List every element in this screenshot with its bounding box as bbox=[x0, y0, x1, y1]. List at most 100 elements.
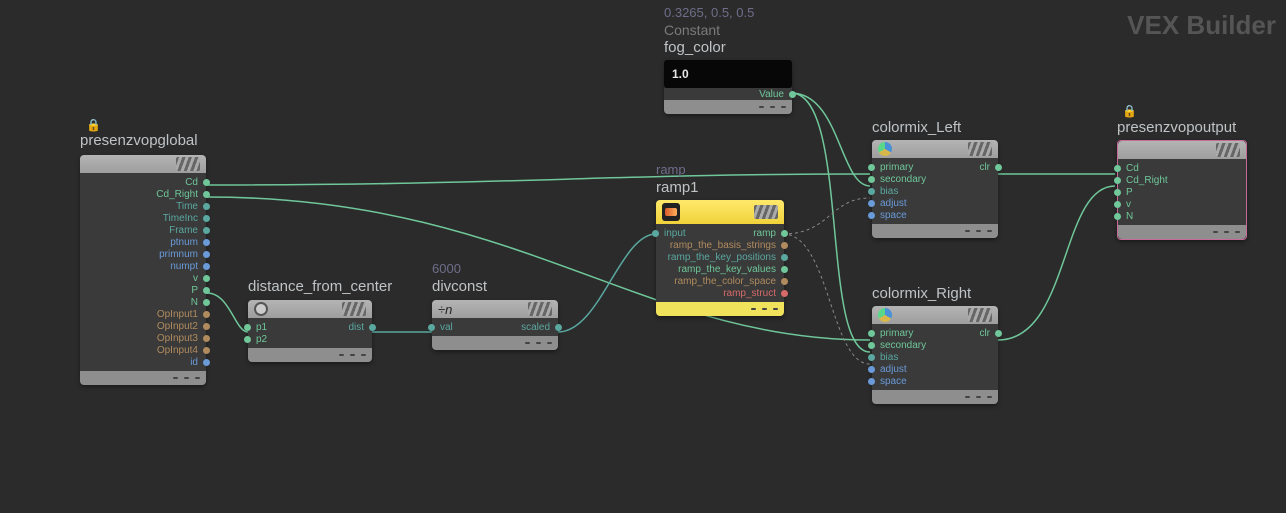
distance-name: distance_from_center bbox=[248, 278, 392, 295]
port-scaled[interactable]: scaled bbox=[432, 321, 558, 333]
port-dot[interactable] bbox=[555, 324, 562, 331]
port-ramp_the_color_space[interactable]: ramp_the_color_space bbox=[656, 275, 784, 287]
port-frame[interactable]: Frame bbox=[80, 224, 206, 236]
port-ptnum[interactable]: ptnum bbox=[80, 236, 206, 248]
port-cd_right[interactable]: Cd_Right bbox=[1118, 174, 1246, 186]
port-timeinc[interactable]: TimeInc bbox=[80, 212, 206, 224]
port-dot[interactable] bbox=[203, 251, 210, 258]
port-dot[interactable] bbox=[203, 347, 210, 354]
port-dot[interactable] bbox=[203, 203, 210, 210]
port-dot[interactable] bbox=[1114, 165, 1121, 172]
port-adjust[interactable]: adjust bbox=[872, 197, 998, 209]
port-dot[interactable] bbox=[203, 239, 210, 246]
port-dot[interactable] bbox=[203, 179, 210, 186]
port-n[interactable]: N bbox=[1118, 210, 1246, 222]
port-cd_right[interactable]: Cd_Right bbox=[80, 188, 206, 200]
port-time[interactable]: Time bbox=[80, 200, 206, 212]
port-label: Cd_Right bbox=[156, 189, 198, 200]
port-dot[interactable] bbox=[203, 299, 210, 306]
port-opinput3[interactable]: OpInput3 bbox=[80, 332, 206, 344]
port-ramp_struct[interactable]: ramp_struct bbox=[656, 287, 784, 299]
port-dot[interactable] bbox=[781, 242, 788, 249]
port-dot[interactable] bbox=[203, 323, 210, 330]
port-ramp_the_key_values[interactable]: ramp_the_key_values bbox=[656, 263, 784, 275]
port-dist[interactable]: dist bbox=[248, 321, 372, 333]
port-opinput2[interactable]: OpInput2 bbox=[80, 320, 206, 332]
port-label: ramp_the_key_positions bbox=[668, 252, 776, 263]
port-v[interactable]: v bbox=[1118, 198, 1246, 210]
port-label: ramp_the_key_values bbox=[678, 264, 776, 275]
port-space[interactable]: space bbox=[872, 375, 998, 387]
node-colormix-right[interactable]: primarysecondarybiasadjustspace clr bbox=[872, 306, 998, 404]
port-bias[interactable]: bias bbox=[872, 351, 998, 363]
port-dot[interactable] bbox=[781, 278, 788, 285]
port-secondary[interactable]: secondary bbox=[872, 173, 998, 185]
port-label: OpInput4 bbox=[157, 345, 198, 356]
port-label: space bbox=[880, 376, 907, 387]
port-ramp_the_key_positions[interactable]: ramp_the_key_positions bbox=[656, 251, 784, 263]
node-output[interactable]: CdCd_RightPvN bbox=[1117, 140, 1247, 240]
port-dot[interactable] bbox=[369, 324, 376, 331]
port-secondary[interactable]: secondary bbox=[872, 339, 998, 351]
port-dot[interactable] bbox=[868, 212, 875, 219]
port-dot[interactable] bbox=[1114, 177, 1121, 184]
port-ramp[interactable]: ramp bbox=[656, 227, 784, 239]
port-dot[interactable] bbox=[203, 287, 210, 294]
port-opinput4[interactable]: OpInput4 bbox=[80, 344, 206, 356]
node-divconst[interactable]: ÷n val scaled bbox=[432, 300, 558, 350]
port-dot[interactable] bbox=[868, 188, 875, 195]
port-dot[interactable] bbox=[868, 342, 875, 349]
port-dot[interactable] bbox=[203, 191, 210, 198]
node-ramp[interactable]: input rampramp_the_basis_stringsramp_the… bbox=[656, 200, 784, 316]
port-n[interactable]: N bbox=[80, 296, 206, 308]
node-constant[interactable]: 1.0 Value bbox=[664, 60, 792, 114]
port-label: clr bbox=[979, 328, 990, 339]
port-numpt[interactable]: numpt bbox=[80, 260, 206, 272]
port-opinput1[interactable]: OpInput1 bbox=[80, 308, 206, 320]
port-clr[interactable]: clr bbox=[872, 327, 998, 339]
output-name: presenzvopoutput bbox=[1117, 119, 1236, 136]
port-p2[interactable]: p2 bbox=[248, 333, 372, 345]
port-dot[interactable] bbox=[868, 366, 875, 373]
port-dot[interactable] bbox=[781, 290, 788, 297]
node-colormix-left[interactable]: primarysecondarybiasadjustspace clr bbox=[872, 140, 998, 238]
port-dot[interactable] bbox=[868, 354, 875, 361]
port-space[interactable]: space bbox=[872, 209, 998, 221]
port-dot[interactable] bbox=[868, 200, 875, 207]
port-dot[interactable] bbox=[781, 254, 788, 261]
port-dot[interactable] bbox=[203, 263, 210, 270]
port-dot[interactable] bbox=[781, 230, 788, 237]
port-label: v bbox=[1126, 199, 1131, 210]
port-ramp_the_basis_strings[interactable]: ramp_the_basis_strings bbox=[656, 239, 784, 251]
port-dot[interactable] bbox=[244, 336, 251, 343]
port-dot[interactable] bbox=[203, 335, 210, 342]
port-p[interactable]: P bbox=[80, 284, 206, 296]
port-dot[interactable] bbox=[1114, 189, 1121, 196]
port-cd[interactable]: Cd bbox=[1118, 162, 1246, 174]
port-bias[interactable]: bias bbox=[872, 185, 998, 197]
port-dot[interactable] bbox=[995, 330, 1002, 337]
port-dot[interactable] bbox=[203, 227, 210, 234]
port-dot[interactable] bbox=[203, 311, 210, 318]
divconst-value: 6000 bbox=[432, 261, 461, 276]
port-p[interactable]: P bbox=[1118, 186, 1246, 198]
port-dot[interactable] bbox=[203, 275, 210, 282]
port-dot[interactable] bbox=[203, 215, 210, 222]
port-label: adjust bbox=[880, 364, 907, 375]
port-dot[interactable] bbox=[203, 359, 210, 366]
port-dot[interactable] bbox=[1114, 201, 1121, 208]
port-label: secondary bbox=[880, 340, 926, 351]
port-dot[interactable] bbox=[781, 266, 788, 273]
port-clr[interactable]: clr bbox=[872, 161, 998, 173]
node-distance[interactable]: p1p2 dist bbox=[248, 300, 372, 362]
port-dot[interactable] bbox=[868, 378, 875, 385]
node-global[interactable]: CdCd_RightTimeTimeIncFrameptnumprimnumnu… bbox=[80, 155, 206, 385]
port-id[interactable]: id bbox=[80, 356, 206, 368]
port-dot[interactable] bbox=[1114, 213, 1121, 220]
port-v[interactable]: v bbox=[80, 272, 206, 284]
port-cd[interactable]: Cd bbox=[80, 176, 206, 188]
port-dot[interactable] bbox=[868, 176, 875, 183]
port-dot[interactable] bbox=[995, 164, 1002, 171]
port-adjust[interactable]: adjust bbox=[872, 363, 998, 375]
port-primnum[interactable]: primnum bbox=[80, 248, 206, 260]
